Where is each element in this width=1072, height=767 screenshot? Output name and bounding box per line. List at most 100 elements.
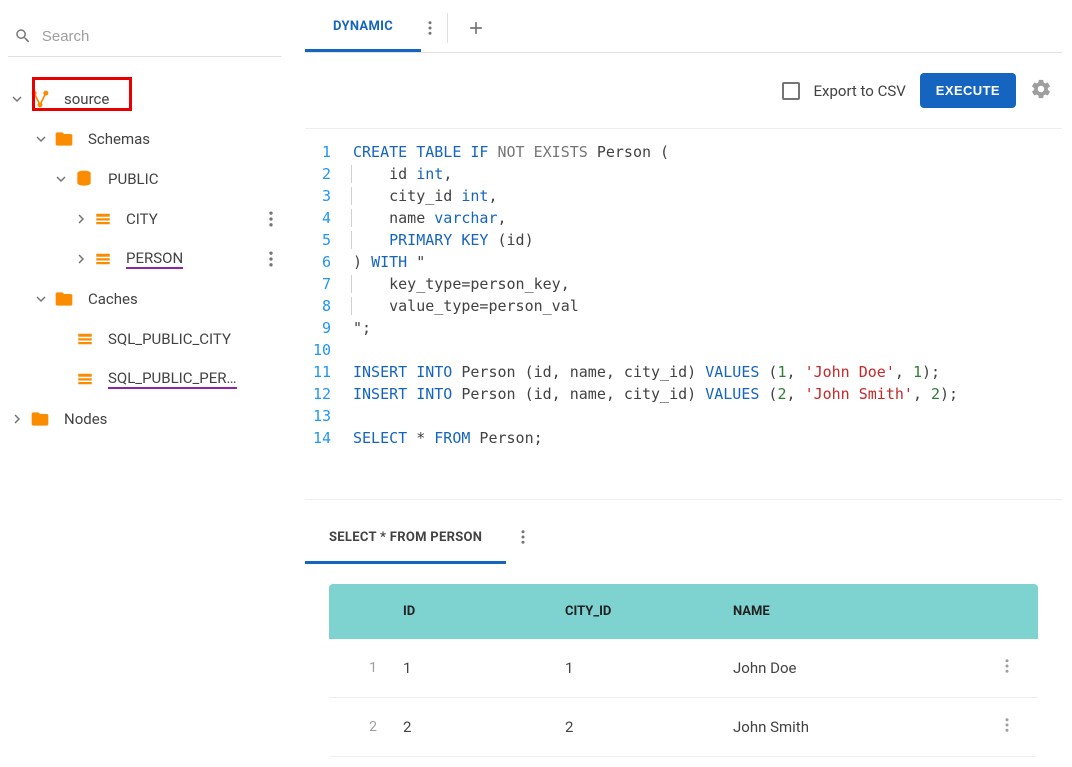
tree-item-nodes[interactable]: Nodes <box>8 399 281 439</box>
line-number: 7 <box>305 273 353 295</box>
tree-label: SQL_PUBLIC_CITY <box>108 330 231 348</box>
line-number: 4 <box>305 207 353 229</box>
tree-item-person[interactable]: PERSON <box>8 239 281 279</box>
line-number: 8 <box>305 295 353 317</box>
execute-button[interactable]: EXECUTE <box>920 73 1016 108</box>
chevron-right-icon <box>76 214 86 224</box>
cell-city-id: 1 <box>565 659 733 677</box>
tree-item-city[interactable]: CITY <box>8 199 281 239</box>
line-number: 1 <box>305 141 353 163</box>
line-number: 3 <box>305 185 353 207</box>
col-name[interactable]: NAME <box>733 604 998 619</box>
editor-line: 2 id int, <box>305 163 1062 185</box>
code-content: CREATE TABLE IF NOT EXISTS Person ( <box>353 141 669 163</box>
tree-item-cache-city[interactable]: SQL_PUBLIC_CITY <box>8 319 281 359</box>
cell-city-id: 2 <box>565 718 733 736</box>
tree-label: Schemas <box>88 130 150 148</box>
cache-icon <box>76 330 94 348</box>
more-vert-icon[interactable] <box>261 209 281 229</box>
result-tab-menu[interactable] <box>506 512 540 566</box>
source-icon <box>30 89 50 109</box>
code-content: key_type=person_key, <box>353 273 570 295</box>
search-icon <box>14 26 32 46</box>
cell-id: 2 <box>397 718 565 736</box>
add-tab-button[interactable] <box>456 4 496 52</box>
tree-label: CITY <box>126 210 158 228</box>
editor-line: 8 value_type=person_val <box>305 295 1062 317</box>
col-city-id[interactable]: CITY_ID <box>565 604 733 619</box>
code-content: ) WITH " <box>353 251 425 273</box>
code-content: name varchar, <box>353 207 507 229</box>
editor-line: 11INSERT INTO Person (id, name, city_id)… <box>305 361 1062 383</box>
search-input[interactable] <box>42 28 275 45</box>
folder-icon <box>30 409 50 429</box>
more-vert-icon <box>998 716 1016 734</box>
cell-name: John Doe <box>733 659 998 677</box>
tree-label: SQL_PUBLIC_PER… <box>108 369 237 389</box>
line-number: 12 <box>305 383 353 405</box>
main-panel: DYNAMIC Export to CSV EXECUTE 1CREATE TA… <box>289 0 1072 767</box>
row-menu[interactable] <box>998 716 1038 738</box>
table-row[interactable]: 222John Smith <box>329 698 1038 757</box>
export-csv-checkbox[interactable] <box>782 82 800 100</box>
tree-item-source[interactable]: source <box>8 79 281 119</box>
grid-header: ID CITY_ID NAME <box>329 584 1038 639</box>
database-icon <box>74 169 94 189</box>
editor-line: 7 key_type=person_key, <box>305 273 1062 295</box>
settings-button[interactable] <box>1030 78 1052 104</box>
code-content: id int, <box>353 163 452 185</box>
cell-id: 1 <box>397 659 565 677</box>
row-index: 1 <box>329 660 397 676</box>
editor-toolbar: Export to CSV EXECUTE <box>305 53 1062 129</box>
editor-line: 13 <box>305 405 1062 427</box>
code-content: PRIMARY KEY (id) <box>353 229 534 251</box>
plus-icon <box>466 18 486 38</box>
table-row[interactable]: 111John Doe <box>329 639 1038 698</box>
line-number: 6 <box>305 251 353 273</box>
line-number: 14 <box>305 427 353 449</box>
sql-editor[interactable]: 1CREATE TABLE IF NOT EXISTS Person (2 id… <box>305 129 1062 500</box>
more-vert-icon <box>998 657 1016 675</box>
tree-item-cache-person[interactable]: SQL_PUBLIC_PER… <box>8 359 281 399</box>
chevron-down-icon <box>36 134 46 144</box>
tree-item-schemas[interactable]: Schemas <box>8 119 281 159</box>
tree-label: Nodes <box>64 410 107 428</box>
tree-label: Caches <box>88 290 138 308</box>
tree-item-caches[interactable]: Caches <box>8 279 281 319</box>
tab-menu-button[interactable] <box>421 4 439 52</box>
row-menu[interactable] <box>998 657 1038 679</box>
line-number: 11 <box>305 361 353 383</box>
editor-line: 9"; <box>305 317 1062 339</box>
code-content: INSERT INTO Person (id, name, city_id) V… <box>353 383 958 405</box>
editor-line: 5 PRIMARY KEY (id) <box>305 229 1062 251</box>
result-grid: ID CITY_ID NAME 111John Doe222John Smith <box>329 584 1038 757</box>
tree-label: PERSON <box>126 249 183 269</box>
folder-icon <box>54 129 74 149</box>
editor-line: 14SELECT * FROM Person; <box>305 427 1062 449</box>
more-vert-icon[interactable] <box>261 249 281 269</box>
table-icon <box>94 210 112 228</box>
code-content: city_id int, <box>353 185 498 207</box>
tree-label: PUBLIC <box>108 170 158 188</box>
chevron-down-icon <box>36 294 46 304</box>
cache-icon <box>76 370 94 388</box>
editor-line: 3 city_id int, <box>305 185 1062 207</box>
tree-label-source: source <box>64 90 109 108</box>
result-tabs: SELECT * FROM PERSON <box>305 512 1062 566</box>
code-content: "; <box>353 317 371 339</box>
result-tab[interactable]: SELECT * FROM PERSON <box>305 514 506 564</box>
chevron-right-icon <box>12 414 22 424</box>
code-content: SELECT * FROM Person; <box>353 427 543 449</box>
sidebar: source Schemas PUBLIC CITY PERSON Caches… <box>0 0 289 767</box>
tab-dynamic[interactable]: DYNAMIC <box>305 4 421 52</box>
editor-line: 4 name varchar, <box>305 207 1062 229</box>
line-number: 5 <box>305 229 353 251</box>
more-vert-icon <box>421 19 439 37</box>
line-number: 10 <box>305 339 353 361</box>
editor-line: 6) WITH " <box>305 251 1062 273</box>
col-id[interactable]: ID <box>397 604 565 619</box>
line-number: 9 <box>305 317 353 339</box>
tree-item-public[interactable]: PUBLIC <box>8 159 281 199</box>
export-csv-label: Export to CSV <box>814 82 906 100</box>
editor-line: 10 <box>305 339 1062 361</box>
